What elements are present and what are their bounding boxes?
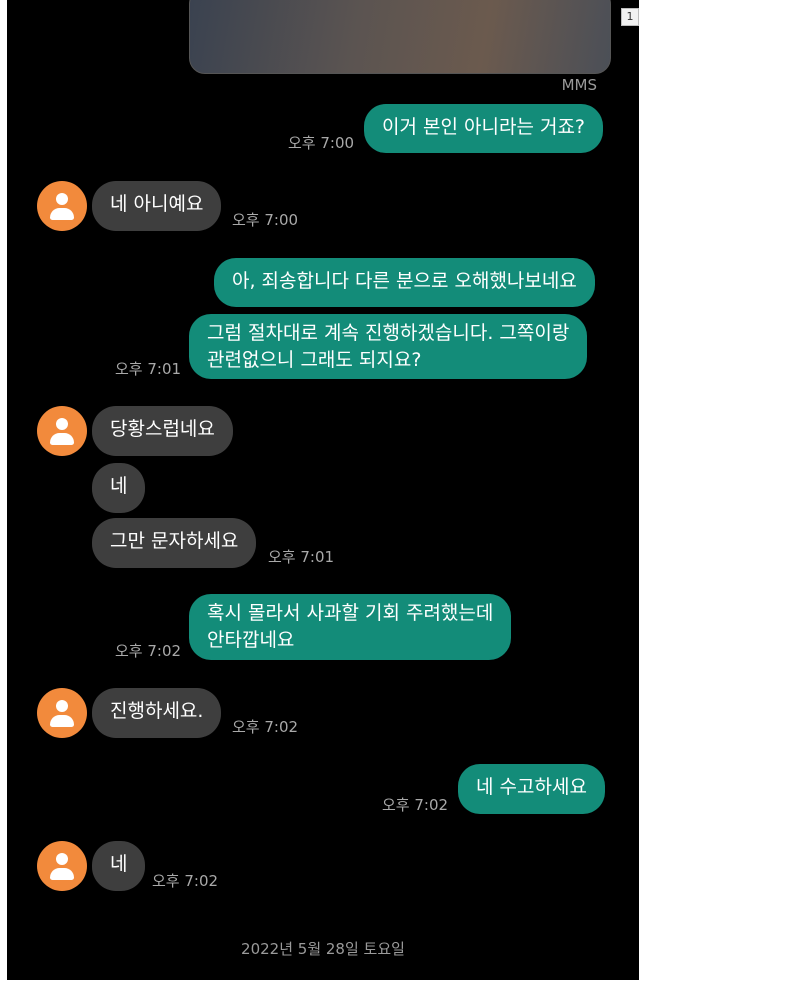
- message-time: 오후 7:02: [232, 718, 299, 736]
- message-time: 오후 7:02: [115, 642, 182, 660]
- person-avatar-icon[interactable]: [37, 181, 87, 231]
- message-line: 그럼 절차대로 계속 진행하겠습니다. 그쪽이랑: [207, 322, 570, 344]
- message-line: 관련없으니 그래도 되지요?: [207, 349, 422, 371]
- message-time: 오후 7:00: [288, 134, 355, 152]
- sent-message-bubble[interactable]: 아, 죄송합니다 다른 분으로 오해했나보네요: [214, 258, 595, 307]
- message-line: 혹시 몰라서 사과할 기회 주려했는데: [207, 602, 494, 624]
- sent-message-bubble[interactable]: 이거 본인 아니라는 거죠?: [364, 104, 604, 153]
- page-marker: 1: [621, 8, 639, 26]
- received-message-bubble[interactable]: 네: [92, 841, 146, 891]
- sent-message-bubble[interactable]: 혹시 몰라서 사과할 기회 주려했는데 안타깝네요: [189, 594, 512, 660]
- received-message-bubble[interactable]: 그만 문자하세요: [92, 518, 257, 568]
- mms-label: MMS: [561, 76, 597, 94]
- conversation-date: 2022년 5월 28일 토요일: [241, 940, 405, 958]
- received-message-bubble[interactable]: 진행하세요.: [92, 688, 222, 738]
- message-time: 오후 7:02: [152, 872, 219, 890]
- mms-image-attachment[interactable]: [189, 0, 611, 74]
- chat-screen: 1 MMS 오후 7:00 이거 본인 아니라는 거죠? 네 아니예요 오후 7…: [7, 0, 639, 980]
- sent-message-bubble[interactable]: 네 수고하세요: [458, 764, 605, 814]
- received-message-bubble[interactable]: 네 아니예요: [92, 181, 222, 231]
- person-avatar-icon[interactable]: [37, 406, 87, 456]
- message-time: 오후 7:01: [268, 548, 335, 566]
- received-message-bubble[interactable]: 당황스럽네요: [92, 406, 233, 456]
- sent-message-bubble[interactable]: 그럼 절차대로 계속 진행하겠습니다. 그쪽이랑 관련없으니 그래도 되지요?: [189, 314, 588, 379]
- message-line: 안타깝네요: [207, 629, 295, 651]
- message-time: 오후 7:02: [382, 796, 449, 814]
- message-time: 오후 7:01: [115, 360, 182, 378]
- person-avatar-icon[interactable]: [37, 688, 87, 738]
- person-avatar-icon[interactable]: [37, 841, 87, 891]
- message-time: 오후 7:00: [232, 211, 299, 229]
- received-message-bubble[interactable]: 네: [92, 463, 146, 513]
